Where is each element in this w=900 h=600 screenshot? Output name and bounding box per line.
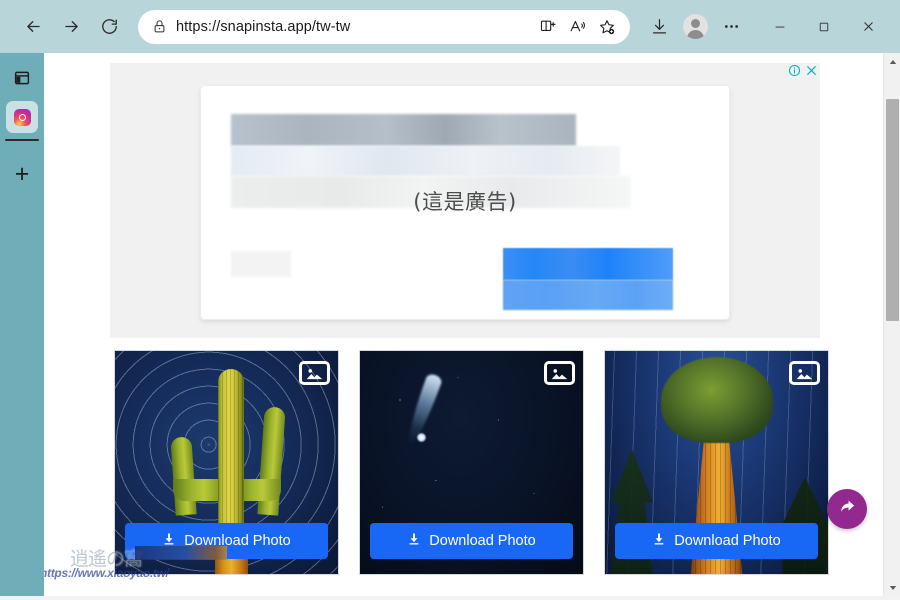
add-favorite-star-icon[interactable] xyxy=(592,12,622,42)
ad-blurred-block xyxy=(231,114,576,146)
image-icon[interactable] xyxy=(299,361,330,385)
browser-toolbar: https://snapinsta.app/tw-tw xyxy=(0,0,900,53)
ad-blurred-block xyxy=(503,248,673,280)
download-icon xyxy=(162,532,176,550)
window-bottom-edge xyxy=(0,596,900,600)
profile-button[interactable] xyxy=(676,8,714,46)
new-tab-button[interactable]: + xyxy=(7,159,37,189)
window-minimize-button[interactable] xyxy=(758,8,802,46)
advertisement-container: (這是廣告) xyxy=(110,63,820,338)
download-photo-button[interactable]: Download Photo xyxy=(370,523,573,559)
share-arrow-icon xyxy=(837,496,858,522)
window-close-button[interactable] xyxy=(846,8,890,46)
photo-card[interactable]: Download Photo xyxy=(114,350,339,575)
download-photo-button[interactable]: Download Photo xyxy=(125,523,328,559)
window-maximize-button[interactable] xyxy=(802,8,846,46)
address-bar[interactable]: https://snapinsta.app/tw-tw xyxy=(138,9,630,44)
photo-results-grid: Download Photo Download Photo Download P… xyxy=(114,350,829,575)
browser-window: https://snapinsta.app/tw-tw + (這是廣告) Dow… xyxy=(0,0,900,600)
share-floating-button[interactable] xyxy=(827,489,867,529)
split-screen-icon[interactable] xyxy=(532,12,562,42)
ad-creative[interactable]: (這是廣告) xyxy=(200,85,730,320)
image-icon[interactable] xyxy=(544,361,575,385)
ad-close-icon[interactable] xyxy=(805,64,818,77)
scroll-up-arrow[interactable] xyxy=(884,53,900,70)
ad-blurred-block xyxy=(503,280,673,310)
ad-controls xyxy=(788,64,818,77)
ad-blurred-block xyxy=(231,251,291,277)
tab-actions-menu-icon[interactable] xyxy=(7,65,37,91)
ad-label-text: (這是廣告) xyxy=(413,190,517,214)
read-aloud-icon[interactable] xyxy=(562,12,592,42)
page-content: (這是廣告) Download Photo Download Photo Dow… xyxy=(44,53,883,596)
download-photo-label: Download Photo xyxy=(429,533,536,549)
image-icon[interactable] xyxy=(789,361,820,385)
download-photo-label: Download Photo xyxy=(184,533,291,549)
scrollbar-thumb[interactable] xyxy=(886,99,899,321)
vertical-tab-strip: + xyxy=(0,53,44,596)
downloads-button[interactable] xyxy=(642,8,676,46)
download-photo-button[interactable]: Download Photo xyxy=(615,523,818,559)
download-icon xyxy=(407,532,421,550)
browser-body: + (這是廣告) Download Photo Download Photo D… xyxy=(0,53,900,596)
lock-icon xyxy=(152,19,167,34)
instagram-favicon xyxy=(13,108,31,126)
more-options-button[interactable] xyxy=(714,8,748,46)
download-photo-label: Download Photo xyxy=(674,533,781,549)
forward-button[interactable] xyxy=(52,8,90,46)
photo-card[interactable]: Download Photo xyxy=(359,350,584,575)
url-text: https://snapinsta.app/tw-tw xyxy=(176,18,351,35)
active-tab-indicator xyxy=(5,139,39,141)
scroll-down-arrow[interactable] xyxy=(884,579,900,596)
download-icon xyxy=(652,532,666,550)
ad-info-icon[interactable] xyxy=(788,64,801,77)
profile-avatar-icon xyxy=(682,14,708,39)
reload-button[interactable] xyxy=(90,8,128,46)
sidebar-tab-snapinsta[interactable] xyxy=(6,101,38,133)
photo-card[interactable]: Download Photo xyxy=(604,350,829,575)
ad-blurred-block xyxy=(231,146,620,176)
page-scrollbar[interactable] xyxy=(883,53,900,596)
page-viewport: (這是廣告) Download Photo Download Photo Dow… xyxy=(44,53,900,596)
back-button[interactable] xyxy=(14,8,52,46)
